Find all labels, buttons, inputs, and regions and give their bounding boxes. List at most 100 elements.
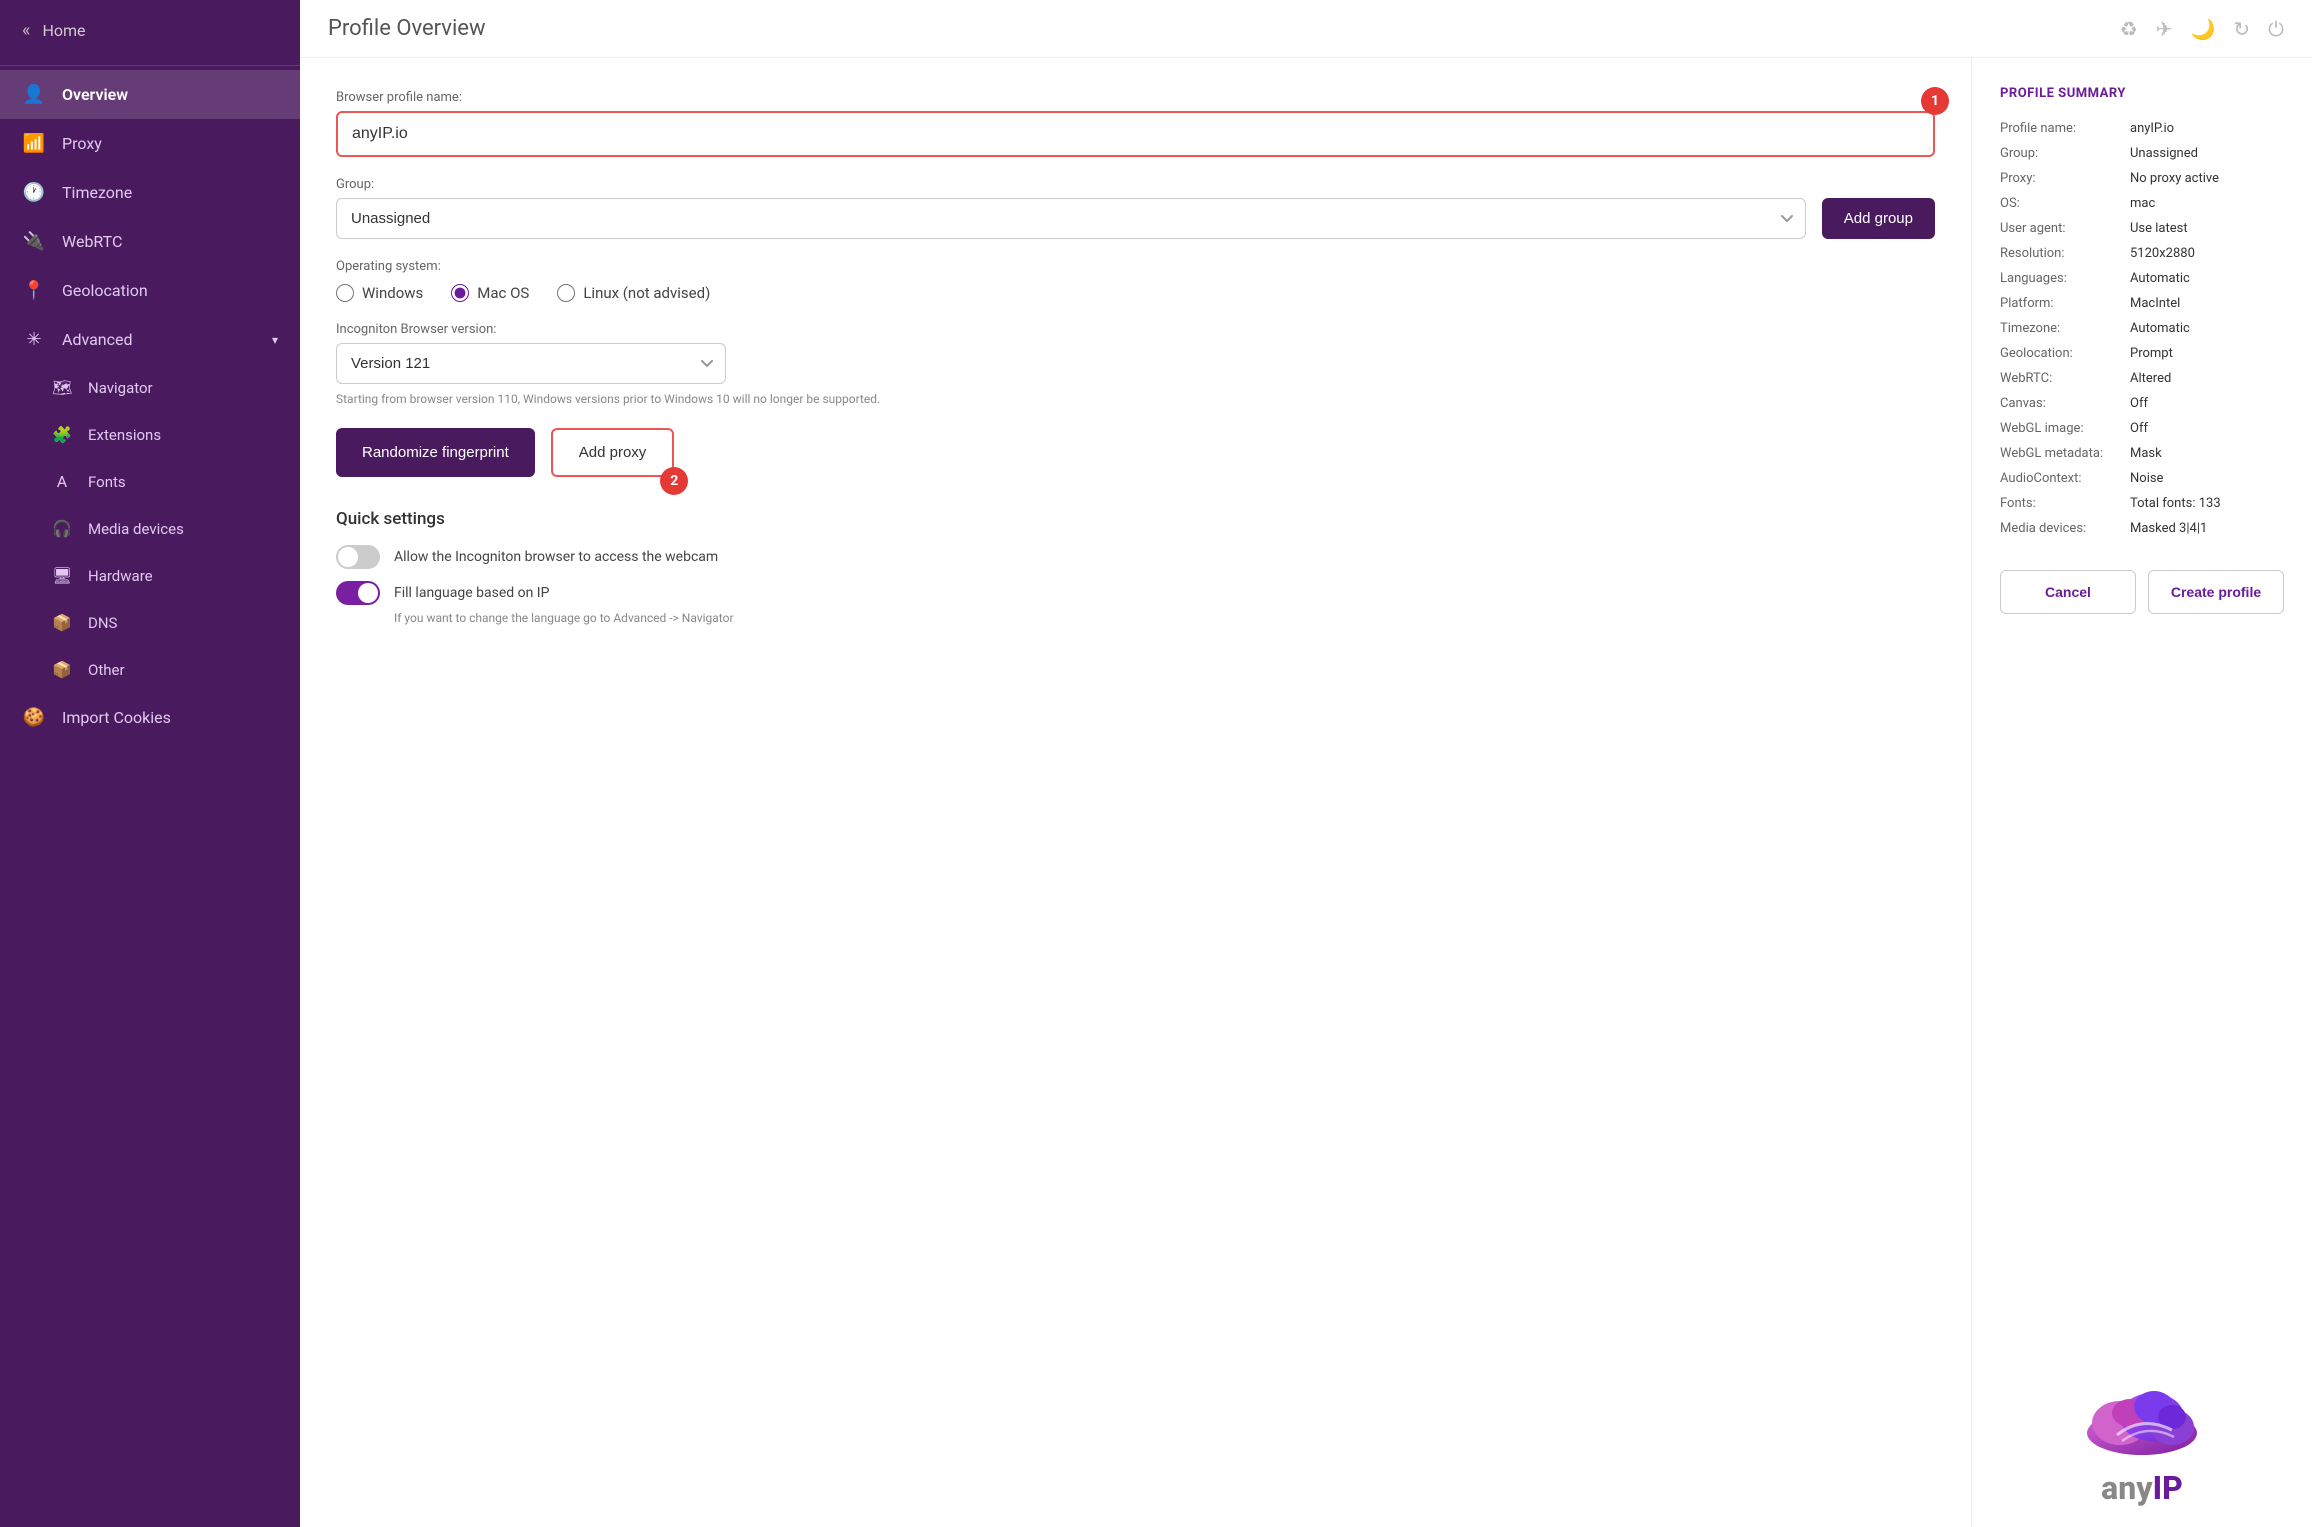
summary-val: Automatic [2130, 321, 2190, 336]
summary-row: Media devices: Masked 3|4|1 [2000, 521, 2284, 536]
summary-val: anyIP.io [2130, 121, 2174, 136]
summary-val: MacIntel [2130, 296, 2180, 311]
logo-prefix: any [2101, 1469, 2152, 1507]
os-windows-option[interactable]: Windows [336, 284, 423, 302]
sidebar-item-overview[interactable]: 👤 Overview [0, 70, 300, 119]
group-select[interactable]: Unassigned [336, 198, 1806, 239]
badge-2: 2 [660, 467, 688, 495]
summary-key: WebRTC: [2000, 371, 2120, 386]
sidebar-icon-extensions: 🧩 [52, 425, 72, 444]
webcam-toggle-row: Allow the Incogniton browser to access t… [336, 545, 1935, 569]
sidebar: « Home 👤 Overview 📶 Proxy 🕐 Timezone 🔌 W… [0, 0, 300, 1527]
logo-area: anyIP [2000, 1361, 2284, 1507]
summary-row: Geolocation: Prompt [2000, 346, 2284, 361]
sidebar-items: 👤 Overview 📶 Proxy 🕐 Timezone 🔌 WebRTC 📍… [0, 70, 300, 742]
webcam-toggle[interactable] [336, 545, 380, 569]
sidebar-icon-dns: 📦 [52, 613, 72, 632]
add-proxy-button[interactable]: Add proxy [551, 428, 675, 477]
summary-val: Off [2130, 421, 2148, 436]
sidebar-icon-proxy: 📶 [22, 133, 46, 154]
summary-val: No proxy active [2130, 171, 2219, 186]
summary-val: mac [2130, 196, 2155, 211]
os-label: Operating system: [336, 259, 1935, 274]
sidebar-item-extensions[interactable]: 🧩 Extensions [0, 411, 300, 458]
os-windows-radio[interactable] [336, 284, 354, 302]
sidebar-divider [0, 65, 300, 66]
sidebar-label-navigator: Navigator [88, 379, 153, 397]
summary-val: Use latest [2130, 221, 2188, 236]
sidebar-item-timezone[interactable]: 🕐 Timezone [0, 168, 300, 217]
recycle-icon[interactable]: ♻ [2120, 17, 2138, 41]
summary-key: Languages: [2000, 271, 2120, 286]
sidebar-label-fonts: Fonts [88, 473, 126, 491]
sidebar-item-advanced[interactable]: ✳ Advanced ▾ [0, 315, 300, 364]
sidebar-label-geolocation: Geolocation [62, 281, 148, 300]
summary-row: User agent: Use latest [2000, 221, 2284, 236]
randomize-fingerprint-button[interactable]: Randomize fingerprint [336, 428, 535, 477]
sidebar-item-fonts[interactable]: A Fonts [0, 458, 300, 505]
summary-key: Group: [2000, 146, 2120, 161]
sidebar-label-extensions: Extensions [88, 426, 161, 444]
sidebar-item-proxy[interactable]: 📶 Proxy [0, 119, 300, 168]
summary-key: Media devices: [2000, 521, 2120, 536]
profile-name-input[interactable] [342, 115, 1929, 153]
sidebar-item-hardware[interactable]: 🖥 Hardware [0, 552, 300, 599]
browser-version-label: Incogniton Browser version: [336, 322, 1935, 337]
group-label: Group: [336, 177, 1935, 192]
content-area: Browser profile name: 1 Group: Unassigne… [300, 58, 2312, 1527]
language-toggle[interactable] [336, 581, 380, 605]
sidebar-item-media-devices[interactable]: 🎧 Media devices [0, 505, 300, 552]
home-nav-item[interactable]: « Home [0, 0, 300, 61]
os-linux-option[interactable]: Linux (not advised) [557, 284, 710, 302]
sidebar-item-webrtc[interactable]: 🔌 WebRTC [0, 217, 300, 266]
sidebar-icon-fonts: A [52, 472, 72, 491]
summary-val: Prompt [2130, 346, 2173, 361]
logo-text: anyIP [2062, 1469, 2222, 1507]
language-sublabel: If you want to change the language go to… [394, 611, 1935, 625]
os-macos-label: Mac OS [477, 284, 529, 302]
sidebar-item-geolocation[interactable]: 📍 Geolocation [0, 266, 300, 315]
cancel-button[interactable]: Cancel [2000, 570, 2136, 614]
summary-key: Canvas: [2000, 396, 2120, 411]
sidebar-item-navigator[interactable]: 🗺 Navigator [0, 364, 300, 411]
os-macos-radio[interactable] [451, 284, 469, 302]
power-icon[interactable]: ⏻ [2268, 17, 2284, 41]
logo-cloud-svg [2062, 1385, 2222, 1465]
sidebar-icon-media-devices: 🎧 [52, 519, 72, 538]
summary-row: Group: Unassigned [2000, 146, 2284, 161]
summary-key: WebGL image: [2000, 421, 2120, 436]
summary-row: Resolution: 5120x2880 [2000, 246, 2284, 261]
summary-row: Timezone: Automatic [2000, 321, 2284, 336]
summary-key: Proxy: [2000, 171, 2120, 186]
sidebar-label-overview: Overview [62, 85, 128, 104]
version-note: Starting from browser version 110, Windo… [336, 392, 1935, 406]
summary-val: 5120x2880 [2130, 246, 2195, 261]
create-profile-button[interactable]: Create profile [2148, 570, 2284, 614]
send-icon[interactable]: ✈ [2156, 17, 2173, 41]
sidebar-item-other[interactable]: 📦 Other [0, 646, 300, 693]
summary-title: PROFILE SUMMARY [2000, 86, 2284, 101]
refresh-icon[interactable]: ↻ [2233, 17, 2250, 41]
summary-row: Proxy: No proxy active [2000, 171, 2284, 186]
sidebar-item-import-cookies[interactable]: 🍪 Import Cookies [0, 693, 300, 742]
summary-row: Profile name: anyIP.io [2000, 121, 2284, 136]
summary-val: Masked 3|4|1 [2130, 521, 2207, 536]
summary-row: WebRTC: Altered [2000, 371, 2284, 386]
moon-icon[interactable]: 🌙 [2191, 17, 2216, 41]
sidebar-icon-geolocation: 📍 [22, 280, 46, 301]
add-group-button[interactable]: Add group [1822, 198, 1935, 239]
summary-row: Fonts: Total fonts: 133 [2000, 496, 2284, 511]
summary-key: Fonts: [2000, 496, 2120, 511]
sidebar-item-dns[interactable]: 📦 DNS [0, 599, 300, 646]
os-macos-option[interactable]: Mac OS [451, 284, 529, 302]
sidebar-label-webrtc: WebRTC [62, 232, 122, 251]
summary-val: Noise [2130, 471, 2163, 486]
os-linux-radio[interactable] [557, 284, 575, 302]
summary-actions: Cancel Create profile [2000, 570, 2284, 614]
group-row: Unassigned Add group [336, 198, 1935, 239]
page-title: Profile Overview [328, 16, 486, 41]
browser-version-select[interactable]: Version 121 [336, 343, 726, 384]
os-radio-group: Windows Mac OS Linux (not advised) [336, 284, 1935, 302]
sidebar-icon-advanced: ✳ [22, 329, 46, 350]
summary-row: Canvas: Off [2000, 396, 2284, 411]
